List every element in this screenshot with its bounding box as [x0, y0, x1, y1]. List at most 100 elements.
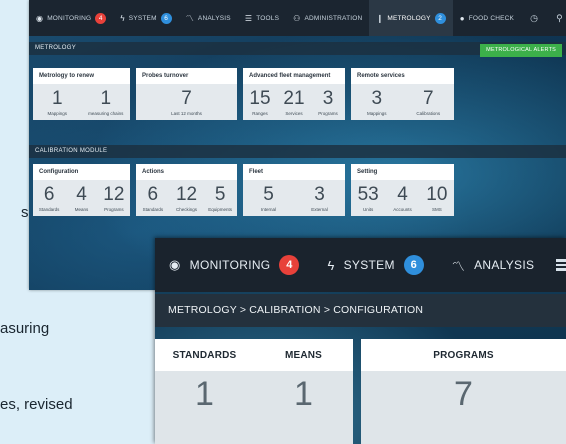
top-navbar: ◉ MONITORING 4 ϟ SYSTEM 6 〽 ANALYSIS ☰ T… — [29, 0, 566, 36]
chart-line-icon: 〽 — [451, 258, 466, 274]
programs-value: 7 — [454, 375, 473, 413]
nav-monitoring-label: MONITORING — [47, 14, 92, 22]
metric-card-title: Configuration — [33, 165, 130, 180]
lightning-icon: ϟ — [120, 13, 125, 23]
zoom-nav-system[interactable]: ϟ SYSTEM 6 — [313, 238, 437, 292]
metric-label: Mappings — [47, 110, 67, 116]
breadcrumb: METROLOGY > CALIBRATION > CONFIGURATION — [155, 294, 566, 327]
metric-value: 7 — [422, 87, 434, 109]
eye-icon: ◉ — [169, 257, 181, 272]
metric-value: 1 — [51, 87, 63, 109]
nav-tools-label: TOOLS — [256, 14, 280, 22]
metric-label: SMS — [431, 206, 442, 212]
metric-cell: 3 External — [294, 180, 345, 216]
clock-button[interactable]: ◷ — [521, 0, 547, 36]
metric-label: Equipments — [208, 206, 233, 212]
thermometer-icon: ❙ — [376, 13, 384, 23]
metric-value: 10 — [426, 183, 448, 205]
metric-card[interactable]: Actions 6 Standards 12 Checkings 5 Equipments — [136, 164, 237, 216]
metric-card[interactable]: Fleet 5 Internal 3 External — [243, 164, 345, 216]
nav-analysis[interactable]: 〽 ANALYSIS — [179, 0, 238, 36]
dashboard-screenshot-zoom: ◉ MONITORING 4 ϟ SYSTEM 6 〽 ANALYSIS MET… — [155, 238, 566, 444]
nav-system[interactable]: ϟ SYSTEM 6 — [113, 0, 178, 36]
chart-line-icon: 〽 — [185, 13, 194, 23]
metric-card[interactable]: Remote services 3 Mappings 7 Calibrations — [351, 68, 454, 120]
metric-value: 7 — [181, 87, 192, 109]
metric-card-title: Remote services — [351, 69, 454, 84]
metric-card[interactable]: Advanced fleet management 15 Ranges 21 Servi… — [243, 68, 345, 120]
metric-label: Checkings — [176, 206, 198, 212]
lightning-icon: ϟ — [327, 257, 335, 273]
metric-label: measuring chains — [88, 110, 124, 116]
metric-label: Means — [74, 206, 89, 212]
metric-value: 12 — [103, 183, 125, 205]
nav-tools[interactable]: ☰ TOOLS — [238, 0, 286, 36]
metric-value: 6 — [147, 183, 159, 205]
zoom-nav-analysis[interactable]: 〽 ANALYSIS — [438, 238, 549, 292]
metric-label: Last 12 months — [171, 110, 202, 116]
zoom-system-badge: 6 — [403, 255, 424, 275]
nav-food-check[interactable]: ● FOOD CHECK — [453, 0, 521, 36]
metric-value: 4 — [397, 183, 408, 205]
metric-card[interactable]: Configuration 6 Standards 4 Means 12 Programs — [33, 164, 130, 216]
metric-card[interactable]: Setting 53 Units 4 Accounts 10 SMS — [351, 164, 454, 216]
nav-analysis-label: ANALYSIS — [197, 14, 231, 22]
metric-label: Programs — [104, 206, 124, 212]
metric-cell: 15 Ranges — [243, 84, 277, 120]
metric-cell: 3 Mappings — [351, 84, 403, 120]
metric-label: Mappings — [366, 110, 387, 116]
metric-value: 3 — [322, 87, 334, 109]
clock-icon: ◷ — [530, 12, 539, 23]
metric-label: Internal — [260, 206, 276, 212]
metric-cell: 53 Units — [351, 180, 385, 216]
apple-icon: ● — [459, 13, 465, 23]
metric-value: 5 — [263, 183, 274, 205]
monitoring-badge: 4 — [95, 12, 107, 24]
metric-label: Standards — [38, 206, 60, 212]
nav-metrology-label: METROLOGY — [387, 14, 431, 22]
means-value: 1 — [294, 375, 313, 413]
metric-card-title: Metrology to renew — [33, 69, 130, 84]
metrological-alerts-button[interactable]: METROLOGICAL ALERTS — [480, 44, 562, 57]
metric-value: 5 — [214, 183, 226, 205]
metric-value: 1 — [100, 87, 112, 109]
zoom-nav-system-label: SYSTEM — [343, 258, 395, 272]
metric-cell: 4 Accounts — [385, 180, 419, 216]
metric-value: 4 — [76, 183, 87, 205]
user-button[interactable]: ⚲ — [547, 0, 566, 36]
metric-cell: 10 SMS — [420, 180, 454, 216]
metric-cell: 12 Checkings — [170, 180, 204, 216]
standards-value: 1 — [195, 375, 214, 413]
zoom-nav-analysis-label: ANALYSIS — [474, 258, 535, 272]
standards-means-card[interactable]: STANDARDS MEANS 1 1 — [155, 339, 353, 444]
system-badge: 6 — [160, 12, 172, 24]
tools-icon[interactable] — [556, 259, 566, 271]
zoom-nav-monitoring[interactable]: ◉ MONITORING 4 — [155, 238, 313, 292]
nav-administration[interactable]: ⚇ ADMINISTRATION — [286, 0, 369, 36]
means-label: MEANS — [284, 349, 323, 361]
metric-value: 53 — [357, 183, 379, 205]
user-icon: ⚲ — [556, 12, 563, 23]
metric-card-title: Actions — [136, 165, 237, 180]
eye-icon: ◉ — [36, 13, 44, 23]
nav-monitoring[interactable]: ◉ MONITORING 4 — [29, 0, 113, 36]
metric-label: Units — [363, 206, 374, 212]
metric-cell: 3 Programs — [311, 84, 345, 120]
metric-cell: 21 Services — [277, 84, 311, 120]
users-icon: ⚇ — [293, 13, 301, 23]
metric-card[interactable]: Probes turnover 7 Last 12 months — [136, 68, 237, 120]
metric-label: Standards — [142, 206, 164, 212]
programs-card[interactable]: PROGRAMS 7 — [361, 339, 566, 444]
metric-card-title: Probes turnover — [136, 69, 237, 84]
metric-value: 21 — [283, 87, 305, 109]
metric-cell: 1 Mappings — [33, 84, 82, 120]
metric-cell: 5 Equipments — [203, 180, 237, 216]
metric-label: Programs — [318, 110, 338, 116]
metric-cell: 7 Last 12 months — [136, 84, 237, 120]
metric-card[interactable]: Metrology to renew 1 Mappings 1 measuring ch… — [33, 68, 130, 120]
page-text-fragment-1: s — [21, 204, 29, 221]
metric-card-title: Advanced fleet management — [243, 69, 345, 84]
metric-value: 15 — [249, 87, 271, 109]
nav-metrology[interactable]: ❙ METROLOGY 2 — [369, 0, 453, 36]
nav-food-check-label: FOOD CHECK — [468, 14, 515, 22]
